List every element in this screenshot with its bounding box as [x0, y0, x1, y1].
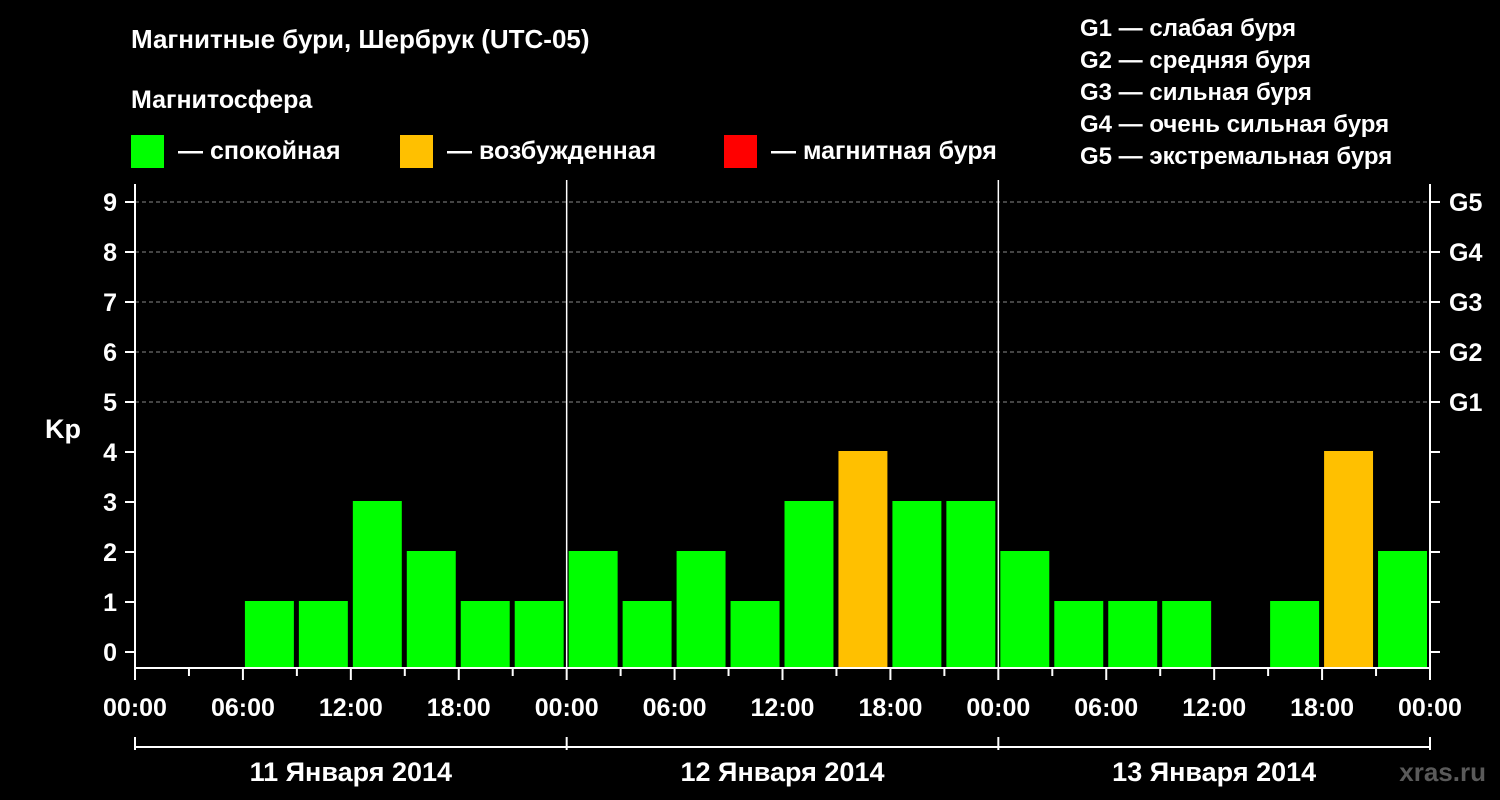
- y-tick-label: 1: [103, 589, 117, 617]
- bar: [568, 551, 618, 668]
- day-label: 11 Января 2014: [250, 757, 452, 787]
- y-tick-label: 8: [103, 239, 117, 267]
- y-axis-label: Kp: [45, 414, 81, 444]
- bar: [460, 601, 510, 668]
- y-tick-label: 6: [103, 339, 117, 367]
- bar: [1378, 551, 1427, 668]
- x-tick-label: 12:00: [1182, 694, 1246, 722]
- day-label: 12 Января 2014: [681, 757, 885, 787]
- bar: [1270, 601, 1320, 668]
- bar: [352, 501, 402, 668]
- bar: [892, 501, 942, 668]
- g-level-tick-label: G5: [1449, 189, 1482, 217]
- x-tick-label: 06:00: [1074, 694, 1138, 722]
- day-label: 13 Января 2014: [1112, 757, 1316, 787]
- x-tick-label: 00:00: [535, 694, 599, 722]
- g-level-tick-label: G4: [1449, 239, 1482, 267]
- x-tick-label: 06:00: [211, 694, 275, 722]
- x-tick-label: 18:00: [858, 694, 922, 722]
- y-tick-label: 4: [103, 439, 117, 467]
- x-tick-label: 18:00: [427, 694, 491, 722]
- bar: [622, 601, 672, 668]
- bar: [676, 551, 726, 668]
- site-watermark: xras.ru: [1399, 757, 1486, 787]
- bar: [838, 451, 888, 668]
- bar: [1108, 601, 1158, 668]
- y-tick-label: 9: [103, 189, 117, 217]
- bar: [1162, 601, 1212, 668]
- bar: [1324, 451, 1374, 668]
- y-tick-label: 2: [103, 539, 117, 567]
- bar: [514, 601, 564, 668]
- y-tick-label: 0: [103, 639, 117, 667]
- bar: [946, 501, 996, 668]
- y-tick-label: 3: [103, 489, 117, 517]
- bar: [784, 501, 834, 668]
- kp-bar-chart: 0 1 2 3 4 5 6 7 8 9 G1 G2 G3 G4 G5 Kp 00:00 06:00 12:00 18:…: [45, 180, 1482, 787]
- x-tick-label: 18:00: [1290, 694, 1354, 722]
- bar: [298, 601, 348, 668]
- y-tick-label: 5: [103, 389, 117, 417]
- x-tick-label: 00:00: [103, 694, 167, 722]
- g-level-tick-label: G3: [1449, 289, 1482, 317]
- x-tick-label: 06:00: [643, 694, 707, 722]
- bar: [406, 551, 456, 668]
- bar: [1000, 551, 1050, 668]
- g-level-tick-label: G1: [1449, 389, 1482, 417]
- x-tick-label: 00:00: [966, 694, 1030, 722]
- y-tick-label: 7: [103, 289, 117, 317]
- x-tick-label: 00:00: [1398, 694, 1462, 722]
- bar: [244, 601, 294, 668]
- bar: [730, 601, 780, 668]
- bar: [1054, 601, 1104, 668]
- x-tick-label: 12:00: [751, 694, 815, 722]
- g-level-tick-label: G2: [1449, 339, 1482, 367]
- x-tick-label: 12:00: [319, 694, 383, 722]
